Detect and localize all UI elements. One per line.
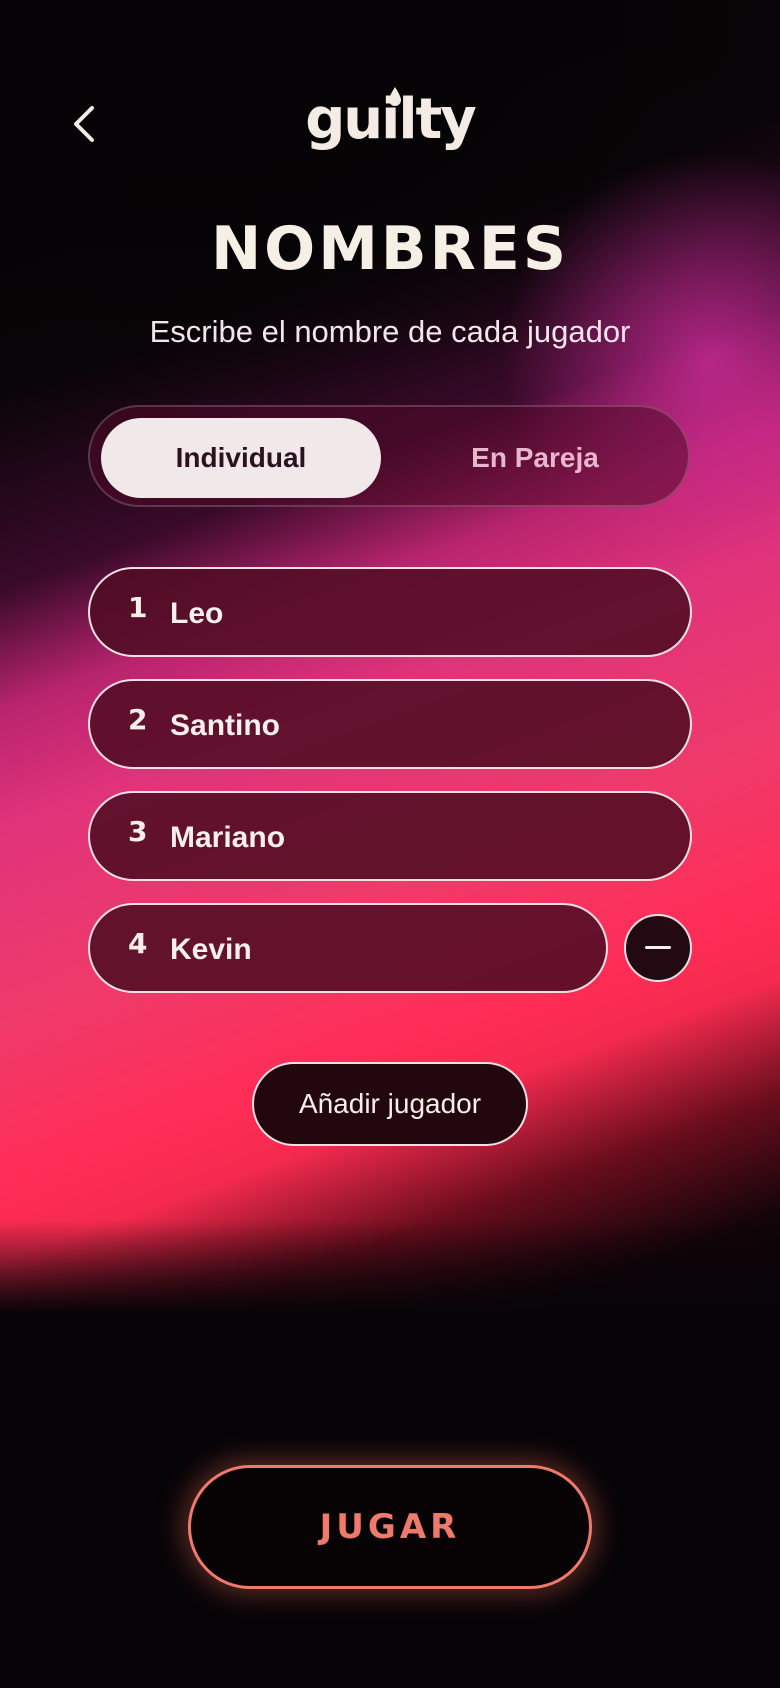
- play-button[interactable]: JUGAR: [188, 1465, 592, 1589]
- background-shade-bottom: [0, 1220, 780, 1688]
- player-name-input[interactable]: Leo: [170, 596, 570, 632]
- add-player-button[interactable]: Añadir jugador: [252, 1062, 528, 1146]
- player-row[interactable]: 4 Kevin: [88, 903, 608, 993]
- screen: guilty NOMBRES Escribe el nombre de cada…: [0, 0, 780, 1688]
- player-number: 4: [128, 927, 148, 960]
- minus-icon: [645, 946, 671, 949]
- player-number: 1: [128, 591, 148, 624]
- chevron-left-icon: [74, 106, 94, 142]
- mode-toggle: Individual En Pareja: [88, 405, 690, 507]
- back-button[interactable]: [62, 98, 106, 150]
- page-title: NOMBRES: [210, 214, 570, 284]
- player-row[interactable]: 1 Leo: [88, 567, 692, 657]
- player-name-input[interactable]: Kevin: [170, 932, 570, 968]
- player-number: 3: [128, 815, 148, 848]
- player-number: 2: [128, 703, 148, 736]
- player-row[interactable]: 2 Santino: [88, 679, 692, 769]
- mode-individual-option[interactable]: Individual: [101, 418, 381, 498]
- player-row[interactable]: 3 Mariano: [88, 791, 692, 881]
- mode-pareja-option[interactable]: En Pareja: [390, 418, 680, 498]
- remove-player-button[interactable]: [624, 914, 692, 982]
- player-name-input[interactable]: Santino: [170, 708, 570, 744]
- page-subtitle: Escribe el nombre de cada jugador: [149, 314, 631, 349]
- drop-icon: [389, 87, 401, 106]
- player-name-input[interactable]: Mariano: [170, 820, 570, 856]
